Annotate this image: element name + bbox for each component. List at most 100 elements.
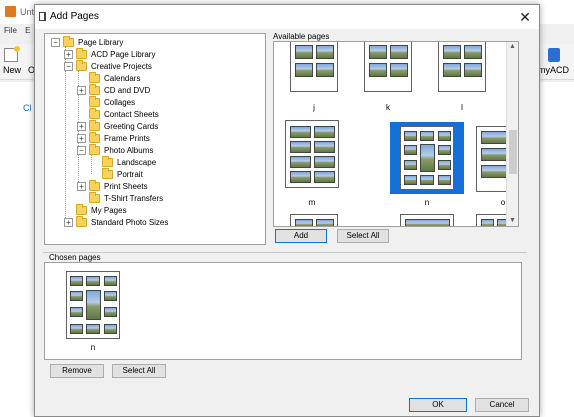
- section-divider: [43, 252, 527, 253]
- folder-icon: [76, 203, 87, 215]
- tree-item-label: Photo Albums: [104, 145, 154, 155]
- photo-slot: [104, 276, 117, 286]
- tree-item-creative-projects[interactable]: − Creative Projects: [64, 59, 152, 72]
- photo-slot: [420, 175, 434, 185]
- photo-slot: [295, 63, 313, 77]
- photo-slot: [443, 63, 461, 77]
- page-thumbnail-k[interactable]: [364, 42, 412, 92]
- tree-item-standard-photo-sizes[interactable]: + Standard Photo Sizes: [64, 215, 169, 228]
- tree-item-acd-page-library[interactable]: + ACD Page Library: [64, 47, 156, 60]
- collapse-icon[interactable]: −: [64, 61, 73, 71]
- tree-item-label: ACD Page Library: [91, 49, 156, 59]
- tree-item-photo-albums[interactable]: − Photo Albums: [77, 143, 154, 156]
- tree-item-label: Page Library: [78, 37, 124, 47]
- scrollbar-thumb[interactable]: [509, 130, 517, 174]
- folder-icon: [76, 215, 87, 227]
- photo-slot: [86, 290, 101, 320]
- myacd-button-label[interactable]: myACD: [538, 65, 569, 75]
- tree-item-label: Frame Prints: [104, 133, 150, 143]
- photo-slot: [438, 160, 451, 170]
- collapse-icon[interactable]: −: [77, 145, 86, 155]
- tree-item-contact-sheets[interactable]: Contact Sheets: [77, 107, 159, 120]
- ok-button[interactable]: OK: [409, 398, 467, 412]
- tree-item-t-shirt-transfers[interactable]: T-Shirt Transfers: [77, 191, 164, 204]
- tree-item-landscape[interactable]: Landscape: [90, 155, 157, 168]
- photo-slot: [438, 145, 451, 155]
- new-icon[interactable]: [4, 46, 20, 62]
- scroll-down-arrow-icon[interactable]: ▼: [507, 216, 518, 226]
- tree-item-calendars[interactable]: Calendars: [77, 71, 140, 84]
- photo-slot: [70, 291, 83, 301]
- tree-item-print-sheets[interactable]: + Print Sheets: [77, 179, 148, 192]
- photo-slot: [290, 171, 311, 183]
- menu-edit[interactable]: E: [25, 26, 30, 35]
- expand-icon[interactable]: +: [77, 181, 86, 191]
- myacd-icon[interactable]: [548, 48, 560, 62]
- thumbnail-label: m: [308, 198, 316, 207]
- expand-icon[interactable]: +: [77, 133, 86, 143]
- photo-slot: [104, 307, 117, 317]
- photo-slot: [404, 175, 417, 185]
- close-button[interactable]: ✕: [517, 9, 533, 25]
- expand-icon[interactable]: +: [64, 217, 73, 227]
- photo-slot: [316, 219, 334, 226]
- photo-slot: [290, 141, 311, 153]
- available-pages-list[interactable]: j k l m n o ▲ ▼: [273, 41, 519, 227]
- background-menu-bar: File E: [0, 26, 32, 35]
- menu-file[interactable]: File: [4, 26, 17, 35]
- tree-item-greeting-cards[interactable]: + Greeting Cards: [77, 119, 158, 132]
- tree-item-label: CD and DVD: [104, 85, 151, 95]
- page-thumbnail-n[interactable]: [400, 126, 454, 190]
- expand-icon[interactable]: +: [77, 121, 86, 131]
- new-button-label[interactable]: New: [3, 65, 21, 75]
- cancel-button[interactable]: Cancel: [475, 398, 529, 412]
- tree-connector: [65, 46, 66, 220]
- tree-item-my-pages[interactable]: My Pages: [64, 203, 127, 216]
- expand-icon[interactable]: +: [77, 85, 86, 95]
- thumbnail-label: j: [313, 103, 315, 112]
- folder-icon: [89, 119, 100, 131]
- page-library-tree[interactable]: − Page Library + ACD Page Library − Crea…: [44, 33, 266, 245]
- tree-item-collages[interactable]: Collages: [77, 95, 135, 108]
- available-pages-scrollbar[interactable]: ▲ ▼: [506, 42, 518, 226]
- collapse-icon[interactable]: −: [51, 37, 60, 47]
- photo-slot: [86, 276, 100, 286]
- add-button[interactable]: Add: [275, 229, 327, 243]
- photo-slot: [438, 131, 451, 141]
- tree-item-label: T-Shirt Transfers: [104, 193, 164, 203]
- tree-item-label: Landscape: [117, 157, 157, 167]
- page-thumbnail-l[interactable]: [438, 42, 486, 92]
- tree-item-cd-dvd[interactable]: + CD and DVD: [77, 83, 151, 96]
- tree-item-frame-prints[interactable]: + Frame Prints: [77, 131, 150, 144]
- expand-icon[interactable]: +: [64, 49, 73, 59]
- add-pages-dialog: Add Pages ✕ − Page Library + ACD Page Li…: [34, 4, 540, 417]
- chosen-thumbnail-n[interactable]: [66, 271, 120, 339]
- tree-item-label: Print Sheets: [104, 181, 148, 191]
- chosen-pages-list[interactable]: n: [44, 262, 522, 360]
- background-link[interactable]: Cl: [23, 103, 32, 113]
- photo-slot: [404, 145, 417, 155]
- page-thumbnail[interactable]: [400, 214, 454, 226]
- photo-slot: [290, 126, 311, 138]
- thumbnail-label: n: [90, 343, 96, 352]
- photo-slot: [104, 324, 117, 334]
- select-all-chosen-button[interactable]: Select All: [112, 364, 166, 378]
- tree-item-portrait[interactable]: Portrait: [90, 167, 143, 180]
- dialog-title-bar: Add Pages ✕: [35, 5, 539, 29]
- folder-icon: [89, 71, 100, 83]
- photo-slot: [86, 324, 100, 334]
- remove-button[interactable]: Remove: [50, 364, 104, 378]
- photo-slot: [295, 45, 313, 59]
- tree-item-page-library[interactable]: − Page Library: [51, 35, 124, 48]
- folder-icon: [63, 35, 74, 47]
- page-thumbnail-m[interactable]: [285, 120, 339, 188]
- scroll-up-arrow-icon[interactable]: ▲: [507, 42, 518, 52]
- page-thumbnail[interactable]: [290, 214, 338, 226]
- tree-item-label: Standard Photo Sizes: [91, 217, 169, 227]
- select-all-available-button[interactable]: Select All: [337, 229, 389, 243]
- folder-icon: [102, 155, 113, 167]
- page-thumbnail-j[interactable]: [290, 42, 338, 92]
